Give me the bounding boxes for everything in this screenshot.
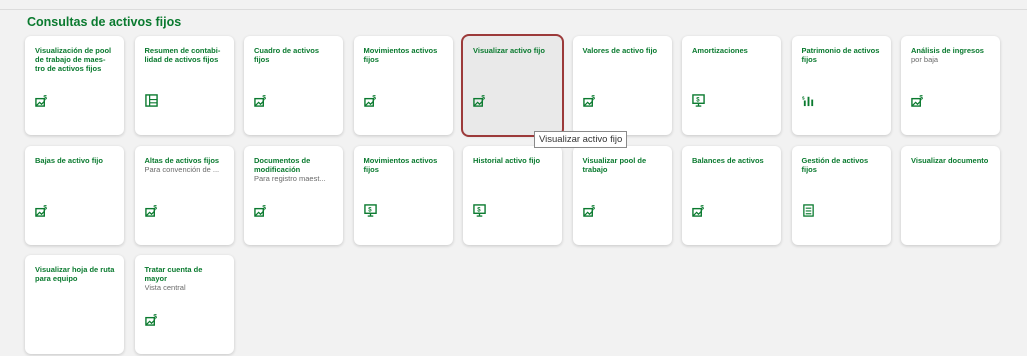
tile-movimientos-activos-fijos[interactable]: Movimientos activos fijos $ <box>353 36 453 135</box>
tooltip: Visualizar activo fijo <box>534 131 628 148</box>
tile-subtitle: Vista central <box>144 283 186 292</box>
tile-title: Visualizar documento <box>911 155 989 165</box>
asset-dollar-icon: $ <box>911 94 924 107</box>
svg-text:$: $ <box>696 97 700 103</box>
svg-text:$: $ <box>153 204 157 211</box>
svg-text:$: $ <box>700 204 704 211</box>
tile-tratar-cuenta-de-mayor[interactable]: Tratar cuenta de mayor Vista central $ <box>134 255 234 354</box>
svg-text:$: $ <box>262 204 266 211</box>
tile-title: Valores de activo fijo <box>582 46 658 55</box>
svg-text:$: $ <box>481 95 485 102</box>
asset-dollar-icon: $ <box>144 313 158 326</box>
tile-title: Documentos de modificación <box>254 155 311 174</box>
top-divider <box>0 9 1027 10</box>
svg-text:$: $ <box>368 207 372 213</box>
tile-subtitle: por baja <box>911 55 939 64</box>
asset-dollar-icon: $ <box>582 94 596 107</box>
tile-title: Visualizar pool de trabajo <box>582 155 647 174</box>
tile-title: Historial activo fijo <box>473 155 541 165</box>
tile-patrimonio-de-activos-fijos[interactable]: Patrimonio de activos fijos $ <box>791 36 891 135</box>
tile-title: Patrimonio de activos fijos <box>801 46 880 64</box>
checklist-icon <box>802 203 815 217</box>
tile-subtitle: Para convención de ... <box>144 164 220 174</box>
monitor-dollar-icon: $ <box>692 94 705 107</box>
tile-title: Tratar cuenta de mayor <box>144 265 203 283</box>
svg-text:$: $ <box>43 95 47 102</box>
tile-amortizaciones[interactable]: Amortizaciones $ <box>682 36 781 135</box>
tile-title: Resumen de contabi-lidad de activos fijo… <box>144 46 221 64</box>
svg-text:$: $ <box>477 207 481 213</box>
tile-title: Altas de activos fijos <box>144 155 220 165</box>
ledger-icon <box>144 94 158 107</box>
svg-text:$: $ <box>919 95 923 102</box>
asset-dollar-icon: $ <box>35 204 48 217</box>
tile-visualizar-hoja-de-ruta-para-equipo[interactable]: Visualizar hoja de ruta para equipo <box>25 255 124 354</box>
tile-visualizar-pool-de-trabajo[interactable]: Visualizar pool de trabajo $ <box>572 145 672 245</box>
svg-text:$: $ <box>153 314 157 321</box>
tile-title: Balances de activos <box>692 155 764 165</box>
svg-text:$: $ <box>43 204 47 211</box>
tile-subtitle: Para registro maest... <box>254 173 326 183</box>
tile-gestion-de-activos-fijos[interactable]: Gestión de activos fijos <box>791 145 891 245</box>
svg-text:$: $ <box>262 95 266 102</box>
tile-title: Visualizar activo fijo <box>473 46 545 55</box>
tile-title: Movimientos activos fijos <box>363 155 438 174</box>
tile-title: Visualización de pool de trabajo de maes… <box>35 46 112 73</box>
asset-dollar-icon: $ <box>254 204 267 217</box>
asset-dollar-icon: $ <box>582 204 596 217</box>
tile-historial-activo-fijo[interactable]: Historial activo fijo $ <box>463 145 562 245</box>
asset-dollar-icon: $ <box>363 94 377 107</box>
svg-text:$: $ <box>372 95 376 102</box>
dollar-bars-icon: $ <box>802 94 815 107</box>
svg-text:$: $ <box>802 96 805 101</box>
tile-title: Movimientos activos fijos <box>363 46 438 64</box>
tile-visualizar-activo-fijo[interactable]: Visualizar activo fijo $ <box>463 36 562 135</box>
svg-text:$: $ <box>591 95 595 102</box>
tile-analisis-de-ingresos[interactable]: Análisis de ingresos por baja $ <box>901 36 1000 135</box>
tile-resumen-de-contabi-lidad-de-activos-fijos[interactable]: Resumen de contabi-lidad de activos fijo… <box>134 36 234 135</box>
tile-title: Amortizaciones <box>692 46 748 55</box>
asset-dollar-icon: $ <box>692 204 705 217</box>
monitor-dollar-icon: $ <box>363 203 377 217</box>
asset-dollar-icon: $ <box>473 94 486 107</box>
asset-dollar-icon: $ <box>144 204 158 217</box>
tile-cuadro-de-activos-fijos[interactable]: Cuadro de activos fijos $ <box>244 36 343 135</box>
tile-bajas-de-activo-fijo[interactable]: Bajas de activo fijo $ <box>25 145 124 245</box>
tile-movimientos-activos-fijos[interactable]: Movimientos activos fijos $ <box>353 145 453 245</box>
tile-title: Bajas de activo fijo <box>35 155 103 165</box>
tile-valores-de-activo-fijo[interactable]: Valores de activo fijo $ <box>572 36 672 135</box>
asset-dollar-icon: $ <box>35 94 48 107</box>
tile-title: Gestión de activos fijos <box>801 155 869 174</box>
tile-documentos-de-modificacion[interactable]: Documentos de modificación Para registro … <box>244 145 343 245</box>
tile-visualizacion-de-pool-de-trabajo-de-maes-tro-de-activos-fijos[interactable]: Visualización de pool de trabajo de maes… <box>25 36 124 135</box>
tile-visualizar-documento[interactable]: Visualizar documento <box>901 145 1000 245</box>
tile-title: Cuadro de activos fijos <box>254 46 320 64</box>
tile-balances-de-activos[interactable]: Balances de activos $ <box>682 145 781 245</box>
section-title: Consultas de activos fijos <box>27 15 182 29</box>
tile-title: Análisis de ingresos <box>911 46 984 55</box>
svg-text:$: $ <box>591 204 595 211</box>
monitor-dollar-icon: $ <box>473 203 486 217</box>
asset-dollar-icon: $ <box>254 94 267 107</box>
tile-title: Visualizar hoja de ruta para equipo <box>35 265 115 283</box>
tile-altas-de-activos-fijos[interactable]: Altas de activos fijos Para convención de… <box>134 145 234 245</box>
